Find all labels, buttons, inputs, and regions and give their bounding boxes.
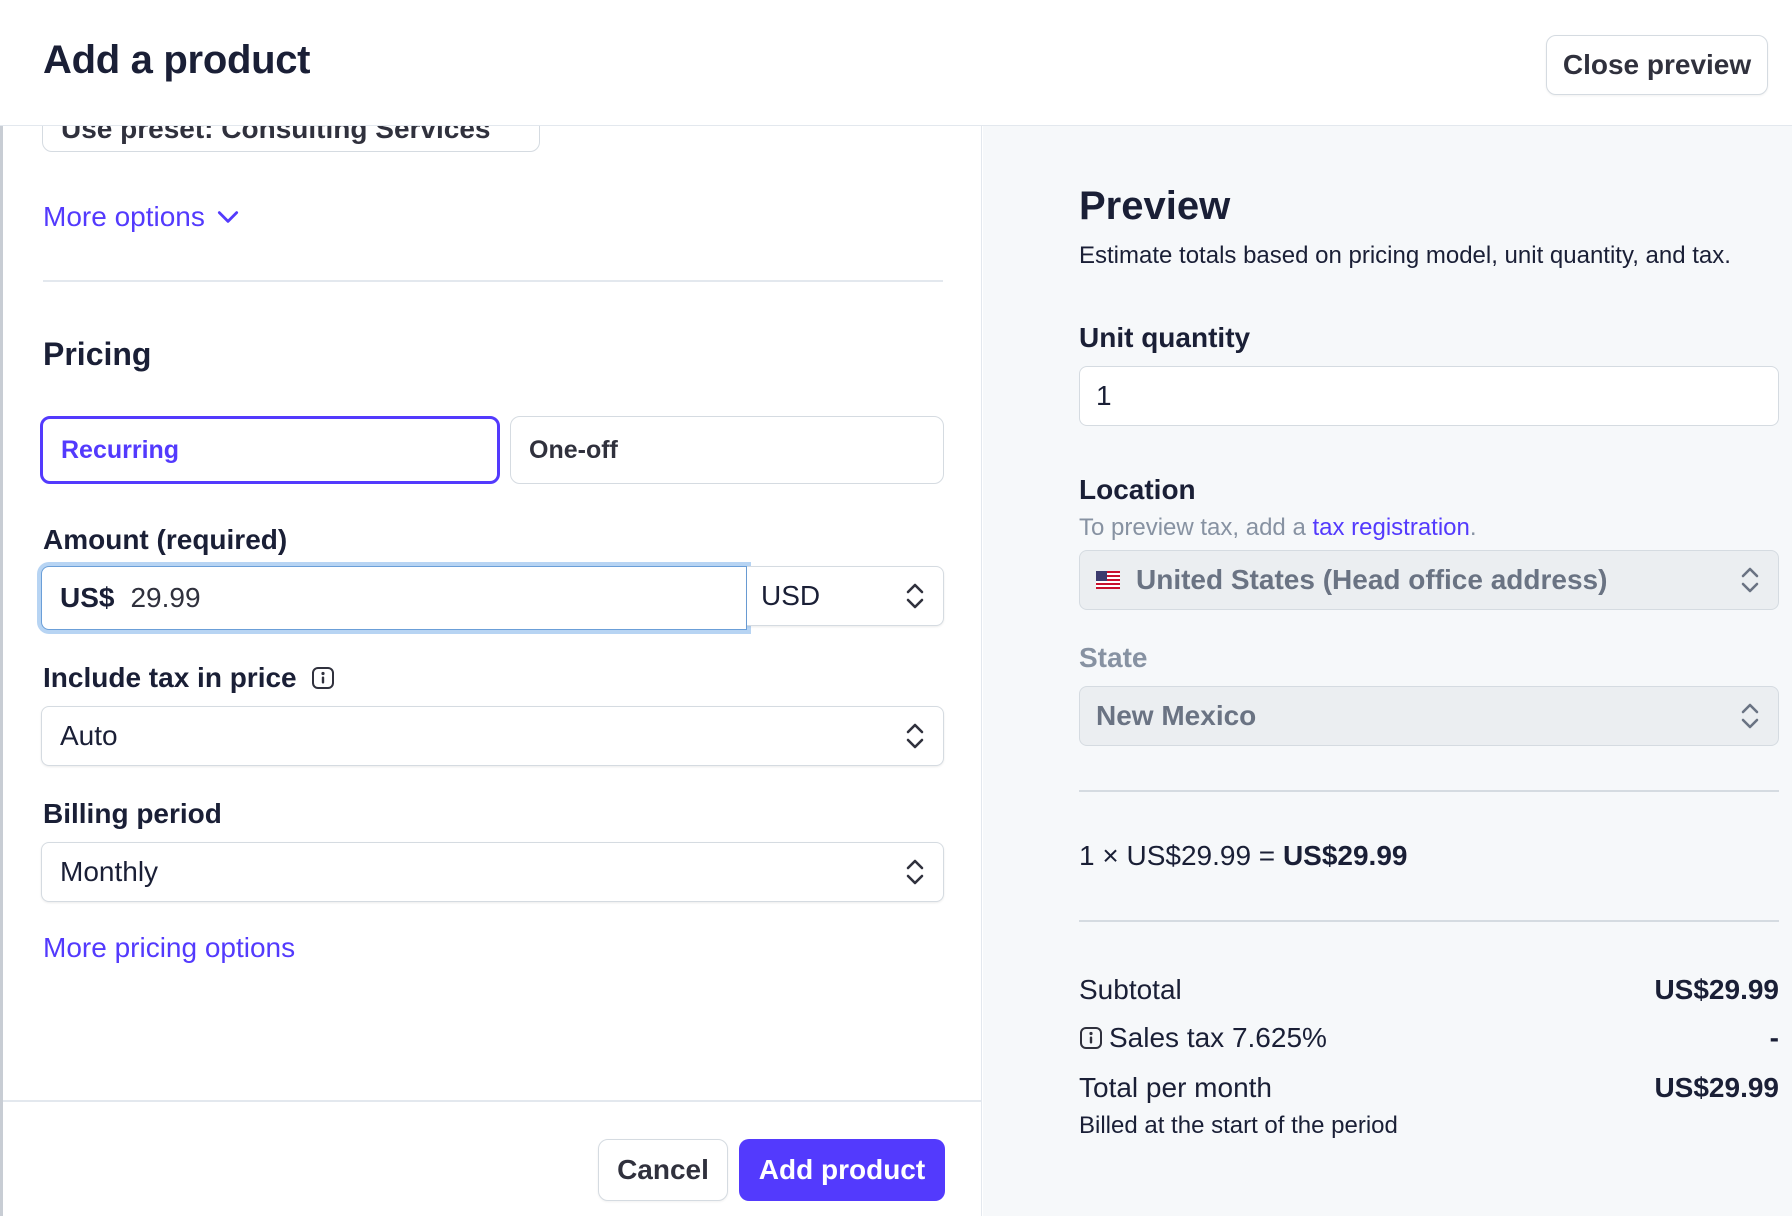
sales-tax-row: Sales tax 7.625% - <box>1079 1022 1779 1054</box>
billing-period-label: Billing period <box>43 798 222 829</box>
pricing-type-recurring[interactable]: Recurring <box>40 416 500 484</box>
use-preset-button[interactable]: Use preset: Consulting Services <box>42 126 540 152</box>
chevron-up-down-icon <box>1741 567 1759 593</box>
include-tax-value: Auto <box>60 720 118 751</box>
location-hint: To preview tax, add a tax registration. <box>1079 514 1477 541</box>
sales-tax-value: - <box>1769 1022 1779 1053</box>
location-label: Location <box>1079 474 1196 505</box>
chevron-up-down-icon <box>906 723 924 749</box>
chevron-down-icon <box>217 211 238 223</box>
subtotal-value: US$29.99 <box>1654 974 1779 1005</box>
billing-note: Billed at the start of the period <box>1079 1112 1398 1139</box>
total-value: US$29.99 <box>1654 1072 1779 1103</box>
currency-prefix: US$ <box>60 582 115 613</box>
us-flag-icon <box>1096 571 1120 589</box>
more-pricing-options-link[interactable]: More pricing options <box>43 932 295 964</box>
chevron-up-down-icon <box>906 859 924 885</box>
pricing-section-title: Pricing <box>43 336 152 372</box>
close-preview-button[interactable]: Close preview <box>1546 35 1768 95</box>
amount-label: Amount (required) <box>43 524 288 555</box>
pricing-type-one-off[interactable]: One-off <box>510 416 944 484</box>
total-row: Total per month US$29.99 <box>1079 1072 1779 1104</box>
unit-quantity-value: 1 <box>1096 380 1112 411</box>
tax-registration-link[interactable]: tax registration <box>1312 514 1469 541</box>
preview-divider <box>1079 920 1779 922</box>
total-label: Total per month <box>1079 1072 1272 1103</box>
chevron-up-down-icon <box>1741 703 1759 729</box>
location-select[interactable]: United States (Head office address) <box>1079 550 1779 610</box>
subtotal-row: Subtotal US$29.99 <box>1079 974 1779 1006</box>
footer-divider <box>3 1100 981 1102</box>
info-icon[interactable] <box>1079 1026 1103 1050</box>
product-form-panel: Use preset: Consulting Services More opt… <box>3 126 982 1216</box>
sales-tax-label: Sales tax 7.625% <box>1109 1022 1327 1053</box>
preview-panel: Preview Estimate totals based on pricing… <box>983 126 1792 1216</box>
more-options-link[interactable]: More options <box>43 201 241 233</box>
subtotal-label: Subtotal <box>1079 974 1182 1005</box>
location-value: United States (Head office address) <box>1136 564 1608 595</box>
unit-quantity-input[interactable]: 1 <box>1079 366 1779 426</box>
section-divider <box>43 280 943 282</box>
state-value: New Mexico <box>1096 700 1257 731</box>
state-label: State <box>1079 642 1148 673</box>
preview-divider <box>1079 790 1779 792</box>
currency-value: USD <box>761 580 821 611</box>
info-icon[interactable] <box>311 666 335 690</box>
amount-input[interactable]: US$ 29.99 <box>41 566 747 630</box>
preview-subtitle: Estimate totals based on pricing model, … <box>1079 242 1731 269</box>
page-title: Add a product <box>43 38 311 82</box>
price-calculation: 1 × US$29.99 = US$29.99 <box>1079 840 1408 871</box>
include-tax-label: Include tax in price <box>43 662 335 694</box>
add-product-button[interactable]: Add product <box>739 1139 945 1201</box>
unit-quantity-label: Unit quantity <box>1079 322 1251 353</box>
billing-period-value: Monthly <box>60 856 159 887</box>
state-select[interactable]: New Mexico <box>1079 686 1779 746</box>
preview-title: Preview <box>1079 184 1231 228</box>
chevron-up-down-icon <box>906 583 924 609</box>
currency-select[interactable]: USD <box>747 566 944 626</box>
amount-value: 29.99 <box>130 582 201 613</box>
billing-period-select[interactable]: Monthly <box>41 842 944 902</box>
include-tax-select[interactable]: Auto <box>41 706 944 766</box>
calculation-total: US$29.99 <box>1282 840 1408 871</box>
more-options-label: More options <box>43 201 205 232</box>
cancel-button[interactable]: Cancel <box>598 1139 728 1201</box>
modal-header: Add a product Close preview <box>0 0 1792 126</box>
